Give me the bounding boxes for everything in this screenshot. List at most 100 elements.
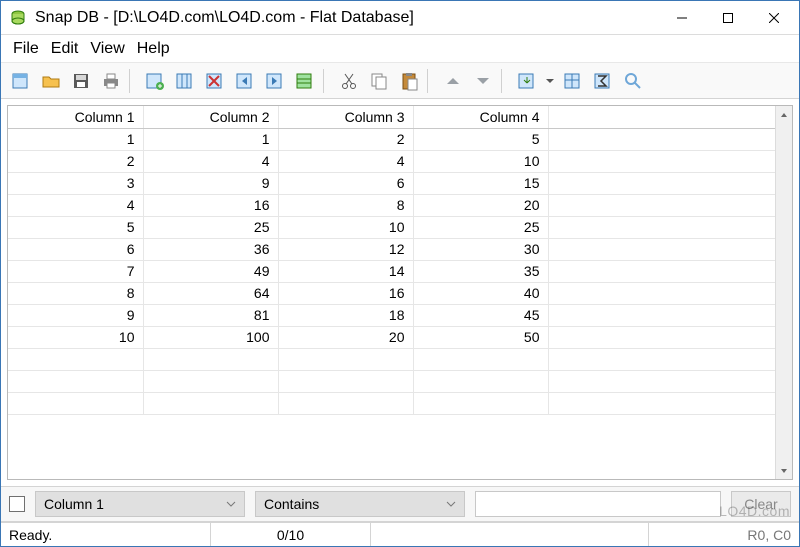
cell[interactable]: 8	[8, 282, 143, 304]
cell[interactable]: 4	[8, 194, 143, 216]
cell[interactable]	[548, 348, 792, 370]
table-row[interactable]: 39615	[8, 172, 792, 194]
cell[interactable]: 9	[143, 172, 278, 194]
cell[interactable]: 7	[8, 260, 143, 282]
table-row[interactable]: 5251025	[8, 216, 792, 238]
insert-row-button[interactable]	[291, 67, 319, 95]
cell[interactable]	[548, 392, 792, 414]
cell[interactable]: 1	[143, 128, 278, 150]
cell[interactable]: 45	[413, 304, 548, 326]
cell[interactable]: 10	[8, 326, 143, 348]
column-header[interactable]: Column 2	[143, 106, 278, 128]
cell[interactable]: 20	[413, 194, 548, 216]
cell[interactable]: 2	[8, 150, 143, 172]
cell[interactable]: 5	[8, 216, 143, 238]
cell[interactable]: 81	[143, 304, 278, 326]
cell[interactable]	[278, 348, 413, 370]
cell[interactable]: 1	[8, 128, 143, 150]
cell[interactable]	[548, 260, 792, 282]
cell[interactable]	[413, 348, 548, 370]
cell[interactable]: 16	[143, 194, 278, 216]
cell[interactable]	[548, 326, 792, 348]
cell[interactable]: 35	[413, 260, 548, 282]
cell[interactable]: 18	[278, 304, 413, 326]
cell[interactable]	[548, 304, 792, 326]
table-row[interactable]: 24410	[8, 150, 792, 172]
move-left-button[interactable]	[231, 67, 259, 95]
cell[interactable]: 25	[143, 216, 278, 238]
cell[interactable]	[143, 370, 278, 392]
cell[interactable]: 10	[413, 150, 548, 172]
export-menu-button[interactable]	[543, 67, 557, 95]
new-db-button[interactable]	[7, 67, 35, 95]
sum-button[interactable]	[589, 67, 617, 95]
cell[interactable]	[548, 282, 792, 304]
cell[interactable]: 5	[413, 128, 548, 150]
table-row[interactable]: 8641640	[8, 282, 792, 304]
cell[interactable]: 9	[8, 304, 143, 326]
cell[interactable]	[548, 194, 792, 216]
cell[interactable]	[8, 348, 143, 370]
cell[interactable]: 6	[278, 172, 413, 194]
table-row[interactable]: 6361230	[8, 238, 792, 260]
filter-clear-button[interactable]: Clear	[731, 491, 791, 517]
search-button[interactable]	[619, 67, 647, 95]
copy-button[interactable]	[365, 67, 393, 95]
column-header[interactable]: Column 1	[8, 106, 143, 128]
delete-column-button[interactable]	[201, 67, 229, 95]
paste-button[interactable]	[395, 67, 423, 95]
cell[interactable]: 100	[143, 326, 278, 348]
cell[interactable]	[548, 172, 792, 194]
cell[interactable]: 2	[278, 128, 413, 150]
table-row[interactable]	[8, 392, 792, 414]
cell[interactable]: 30	[413, 238, 548, 260]
cell[interactable]	[548, 238, 792, 260]
cell[interactable]: 49	[143, 260, 278, 282]
column-header[interactable]: Column 4	[413, 106, 548, 128]
maximize-button[interactable]	[705, 3, 751, 33]
cell[interactable]: 20	[278, 326, 413, 348]
cell[interactable]	[8, 370, 143, 392]
filter-operator-select[interactable]: Contains	[255, 491, 465, 517]
cut-button[interactable]	[335, 67, 363, 95]
cell[interactable]	[548, 128, 792, 150]
cell[interactable]	[548, 150, 792, 172]
cell[interactable]: 36	[143, 238, 278, 260]
close-button[interactable]	[751, 3, 797, 33]
cell[interactable]	[413, 392, 548, 414]
open-button[interactable]	[37, 67, 65, 95]
table-row[interactable]: 9811845	[8, 304, 792, 326]
cell[interactable]	[8, 392, 143, 414]
cell[interactable]: 64	[143, 282, 278, 304]
save-button[interactable]	[67, 67, 95, 95]
cell[interactable]: 8	[278, 194, 413, 216]
cell[interactable]: 14	[278, 260, 413, 282]
cell[interactable]	[278, 370, 413, 392]
cell[interactable]: 3	[8, 172, 143, 194]
cell[interactable]: 50	[413, 326, 548, 348]
cell[interactable]: 25	[413, 216, 548, 238]
print-button[interactable]	[97, 67, 125, 95]
cell[interactable]: 15	[413, 172, 548, 194]
move-down-button[interactable]	[469, 67, 497, 95]
table-row[interactable]: 1125	[8, 128, 792, 150]
table-row[interactable]: 7491435	[8, 260, 792, 282]
edit-columns-button[interactable]	[171, 67, 199, 95]
cell[interactable]	[143, 348, 278, 370]
cell[interactable]: 4	[143, 150, 278, 172]
cell[interactable]	[548, 216, 792, 238]
scroll-up-icon[interactable]	[776, 106, 793, 123]
menu-view[interactable]: View	[84, 38, 130, 60]
filter-column-select[interactable]: Column 1	[35, 491, 245, 517]
menu-edit[interactable]: Edit	[45, 38, 85, 60]
menu-help[interactable]: Help	[131, 38, 176, 60]
data-grid[interactable]: Column 1 Column 2 Column 3 Column 4 1125…	[7, 105, 793, 480]
cell[interactable]: 12	[278, 238, 413, 260]
cell[interactable]	[548, 370, 792, 392]
table-row[interactable]: 101002050	[8, 326, 792, 348]
cell[interactable]: 10	[278, 216, 413, 238]
menu-file[interactable]: File	[7, 38, 45, 60]
export-button[interactable]	[513, 67, 541, 95]
add-column-button[interactable]	[141, 67, 169, 95]
filter-enable-checkbox[interactable]	[9, 496, 25, 512]
